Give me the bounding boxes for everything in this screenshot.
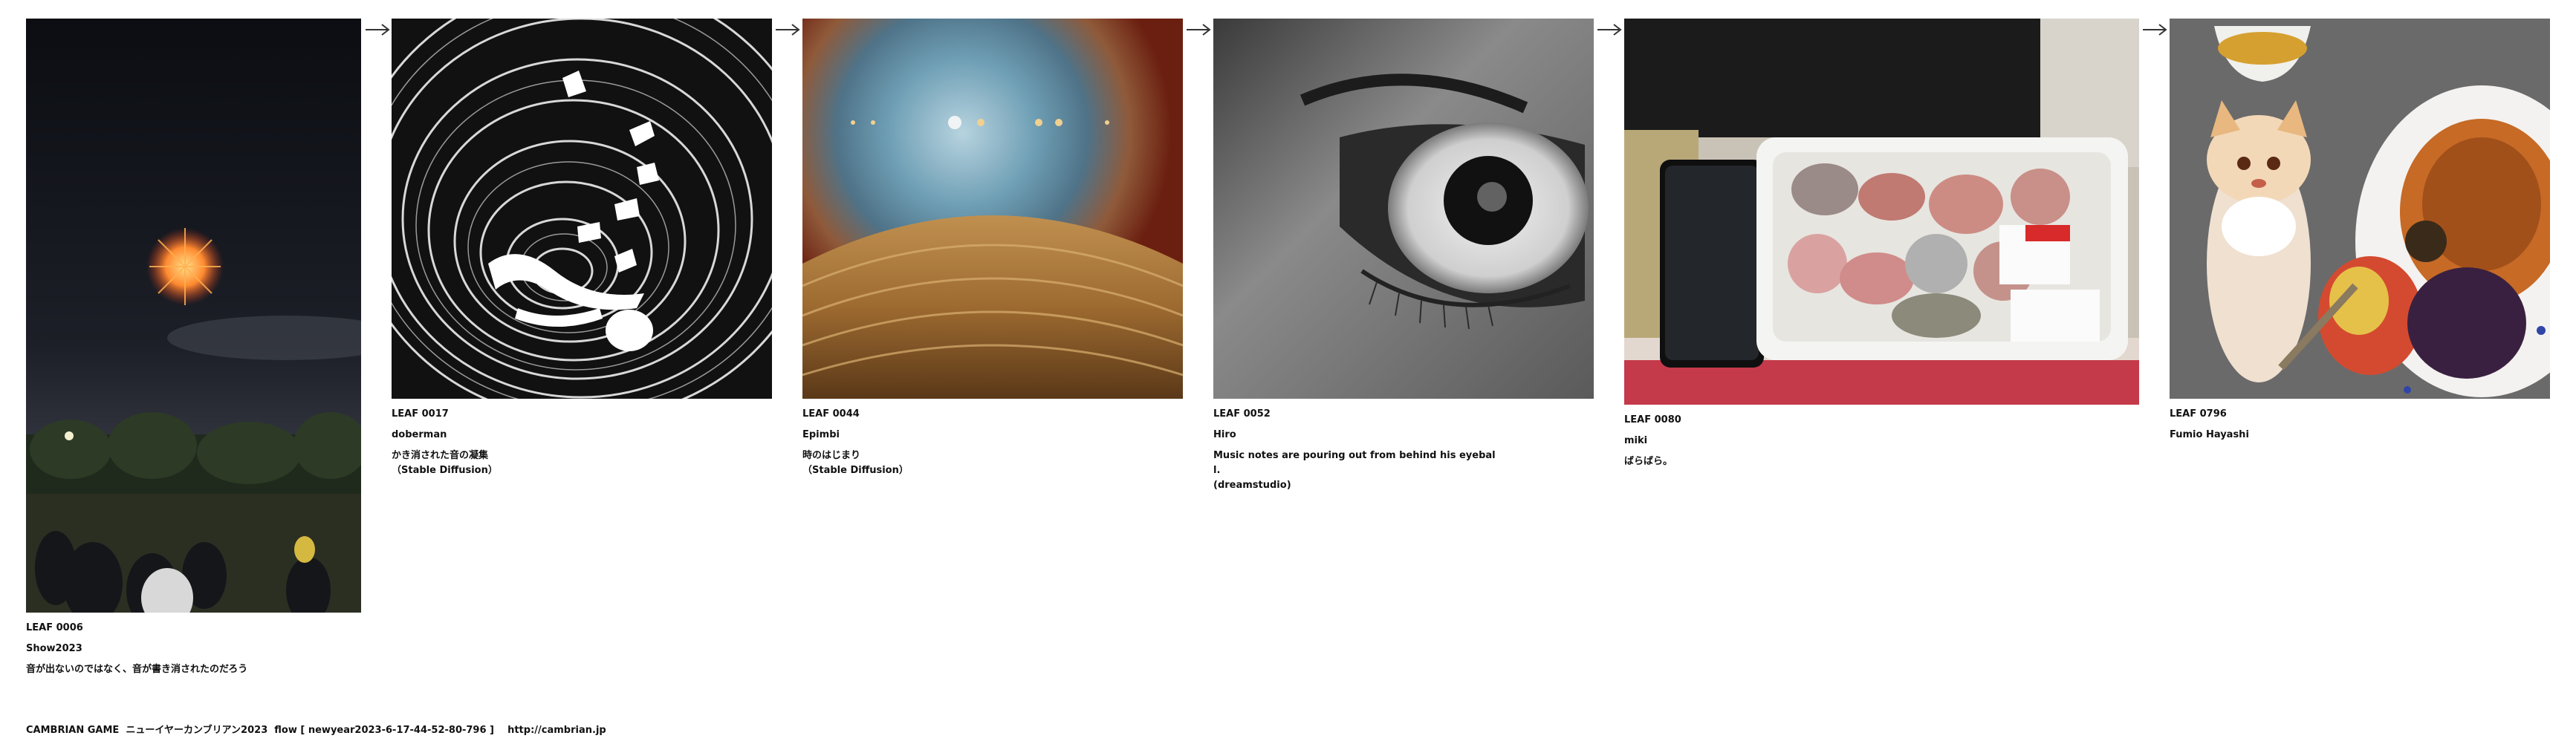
leaf-author[interactable]: Show2023 [26, 642, 353, 656]
leaf-number[interactable]: LEAF 0080 [1624, 413, 1951, 428]
leaf-number[interactable]: LEAF 0796 [2170, 407, 2496, 422]
leaf-author[interactable]: Fumio Hayashi [2170, 428, 2496, 443]
leaf-author[interactable]: doberman [392, 428, 718, 443]
leaf-image-0017[interactable] [392, 19, 772, 399]
leaf-caption-0044: LEAF 0044 Epimbi 時のはじまり （Stable Diffusio… [802, 407, 1129, 478]
leaf-image-0796[interactable] [2170, 19, 2550, 399]
leaf-title: 音が出ないのではなく、音が書き消されたのだろう [26, 664, 248, 675]
right-arrow-icon [774, 22, 801, 37]
leaf-number[interactable]: LEAF 0017 [392, 407, 718, 422]
leaf-image-0006[interactable] [26, 19, 361, 613]
leaf-caption-0006: LEAF 0006 Show2023 音が出ないのではなく、音が書き消されたのだ… [26, 621, 353, 677]
leaf-caption-0796: LEAF 0796 Fumio Hayashi [2170, 407, 2496, 448]
right-arrow-icon [1596, 22, 1623, 37]
cosmic-eye-image [802, 19, 1183, 399]
footer-flow-info: CAMBRIAN GAME ニューイヤーカンブリアン2023 flow [ ne… [26, 725, 606, 736]
leaf-title: Music notes are pouring out from behind … [1213, 450, 1496, 491]
right-arrow-icon [1185, 22, 1212, 37]
leaf-author[interactable]: Hiro [1213, 428, 1540, 443]
leaf-caption-0017: LEAF 0017 doberman かき消された音の凝集 （Stable Di… [392, 407, 718, 478]
leaf-author[interactable]: Epimbi [802, 428, 1129, 443]
leaf-number[interactable]: LEAF 0044 [802, 407, 1129, 422]
eye-closeup-image [1213, 19, 1594, 399]
abstract-swirl-image [392, 19, 772, 399]
figurine-fruit-photo [2170, 19, 2550, 399]
leaf-author[interactable]: miki [1624, 434, 1951, 448]
leaf-title: かき消された音の凝集 （Stable Diffusion） [392, 450, 498, 476]
fish-tray-photo [1624, 19, 2139, 405]
flow-page: LEAF 0006 Show2023 音が出ないのではなく、音が書き消されたのだ… [0, 0, 2576, 747]
leaf-title: ばらばら。 [1624, 456, 1673, 467]
leaf-title: 時のはじまり （Stable Diffusion） [802, 450, 909, 476]
leaf-image-0052[interactable] [1213, 19, 1594, 399]
leaf-caption-0080: LEAF 0080 miki ばらばら。 [1624, 413, 1951, 469]
leaf-number[interactable]: LEAF 0052 [1213, 407, 1540, 422]
leaf-caption-0052: LEAF 0052 Hiro Music notes are pouring o… [1213, 407, 1540, 493]
right-arrow-icon [364, 22, 391, 37]
leaf-image-0044[interactable] [802, 19, 1183, 399]
fireworks-photo [26, 19, 361, 613]
leaf-number[interactable]: LEAF 0006 [26, 621, 353, 636]
leaf-image-0080[interactable] [1624, 19, 2139, 405]
right-arrow-icon [2141, 22, 2168, 37]
